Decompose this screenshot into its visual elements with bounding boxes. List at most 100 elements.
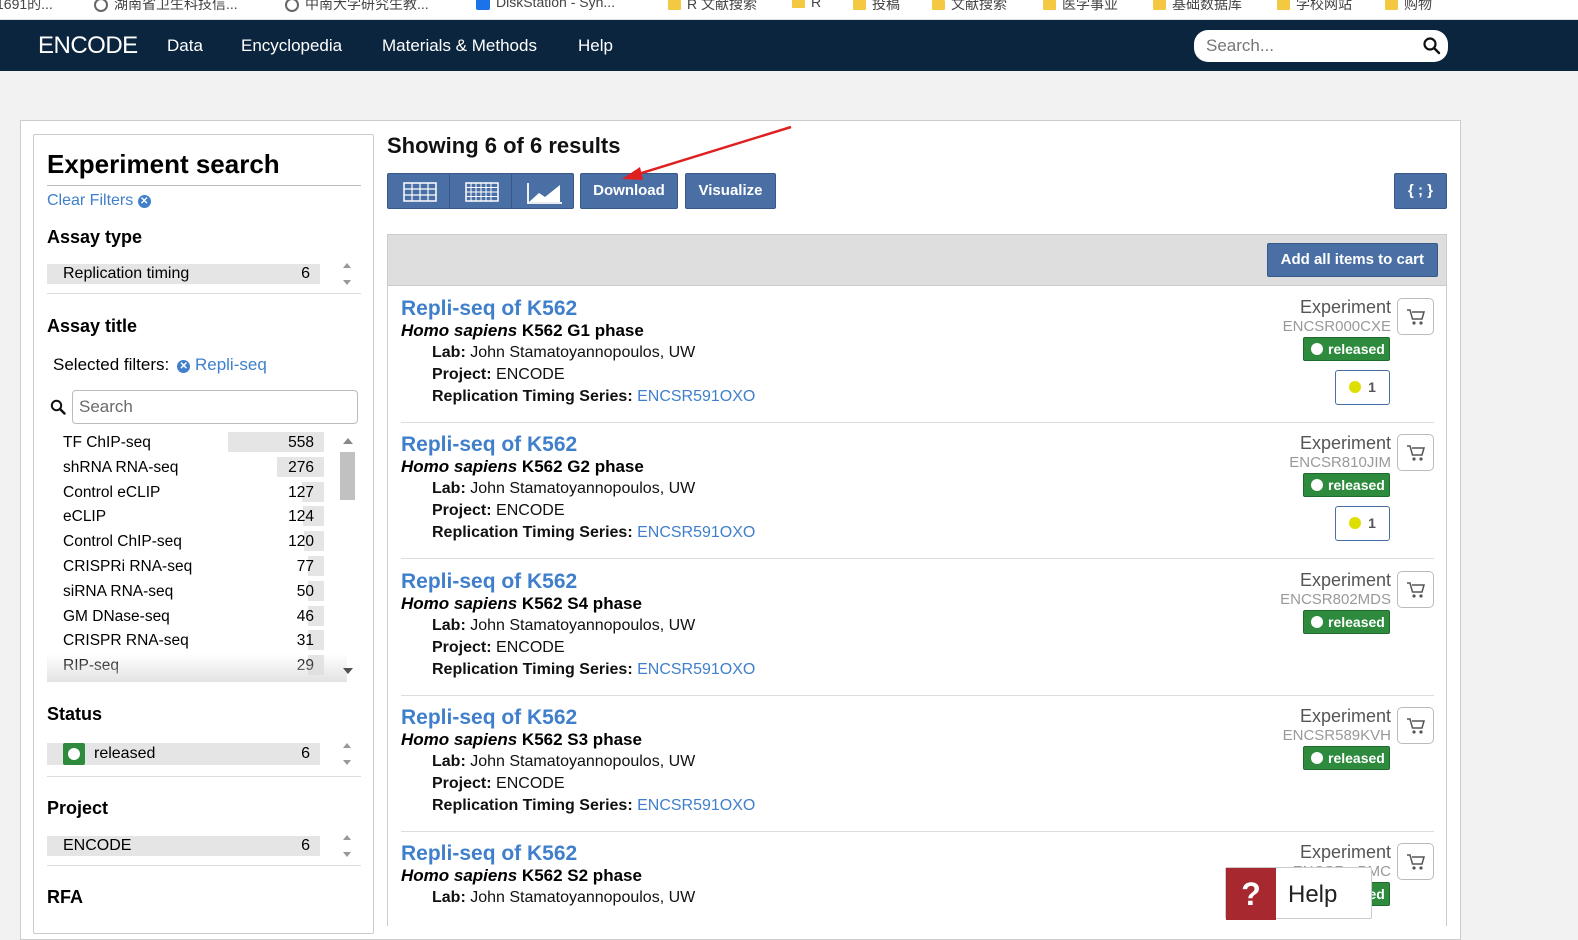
project-value: ENCODE — [496, 774, 565, 792]
add-all-to-cart-button[interactable]: Add all items to cart — [1266, 243, 1438, 277]
project-label: Project: — [432, 502, 492, 520]
result-title-link[interactable]: Repli-seq of K562 — [401, 297, 577, 321]
facet-term-row[interactable]: siRNA RNA-seq 50 — [47, 580, 324, 601]
facet-term-count: 124 — [288, 508, 314, 526]
lab-label: Lab: — [432, 752, 466, 770]
folder-icon — [932, 0, 945, 11]
facet-term-label: CRISPRi RNA-seq — [63, 558, 193, 575]
result-title-link[interactable]: Repli-seq of K562 — [401, 842, 577, 866]
facet-scroll-arrows[interactable] — [340, 739, 354, 769]
scroll-thumb[interactable] — [340, 452, 355, 500]
folder-icon — [1043, 0, 1056, 11]
add-to-cart-button[interactable] — [1397, 843, 1434, 881]
encode-logo[interactable]: ENCODE — [38, 32, 138, 60]
facet-term-row[interactable]: eCLIP 124 — [47, 506, 324, 527]
bookmark-item[interactable]: 投稿 — [853, 0, 900, 14]
result-series: Replication Timing Series: ENCSR591OXO — [432, 797, 755, 815]
add-to-cart-button[interactable] — [1397, 706, 1434, 744]
result-type: Experiment — [1299, 705, 1391, 726]
facet-term-row[interactable]: Control eCLIP 127 — [47, 481, 324, 502]
result-title-link[interactable]: Repli-seq of K562 — [401, 570, 577, 594]
visualize-button[interactable]: Visualize — [685, 173, 776, 209]
bookmark-item[interactable]: 1691的... — [0, 0, 53, 14]
help-label: Help — [1288, 881, 1338, 908]
download-button[interactable]: Download — [580, 173, 678, 209]
app-icon — [476, 0, 490, 11]
result-lab: Lab: John Stamatoyannopoulos, UW — [432, 480, 695, 498]
lab-label: Lab: — [432, 480, 466, 498]
selected-filter-pill[interactable]: ✕ Repli-seq — [177, 355, 267, 374]
result-lab: Lab: John Stamatoyannopoulos, UW — [432, 889, 695, 907]
facet-heading-project: Project — [47, 798, 109, 818]
json-button[interactable]: { ; } — [1394, 173, 1447, 209]
result-series: Replication Timing Series: ENCSR591OXO — [432, 524, 755, 542]
search-icon[interactable] — [1422, 36, 1442, 56]
facet-term-row[interactable]: CRISPRi RNA-seq 77 — [47, 556, 324, 576]
facet-term-released[interactable]: released 6 — [47, 743, 320, 765]
result-lab: Lab: John Stamatoyannopoulos, UW — [432, 753, 695, 771]
facet-term-row[interactable]: TF ChIP-seq 558 — [47, 432, 324, 452]
clear-filters-link[interactable]: Clear Filters ✕ — [47, 192, 151, 210]
help-widget[interactable]: ? Help — [1225, 867, 1372, 920]
bookmark-item[interactable]: 基础数据库 — [1153, 0, 1242, 14]
audit-button[interactable]: 1 — [1335, 506, 1390, 542]
series-link[interactable]: ENCSR591OXO — [637, 524, 755, 541]
nav-help[interactable]: Help — [578, 36, 613, 56]
facet-scroll-arrows[interactable] — [340, 259, 354, 289]
nav-encyclopedia[interactable]: Encyclopedia — [241, 36, 342, 56]
audit-count: 1 — [1368, 379, 1376, 395]
bookmark-item[interactable]: R — [792, 0, 821, 10]
folder-icon — [1277, 0, 1290, 11]
audit-button[interactable]: 1 — [1335, 370, 1390, 405]
facet-term-label: TF ChIP-seq — [63, 434, 151, 451]
nav-materials-methods[interactable]: Materials & Methods — [382, 36, 537, 56]
result-title-link[interactable]: Repli-seq of K562 — [401, 433, 577, 457]
summary-view-button[interactable] — [511, 173, 574, 209]
result-series: Replication Timing Series: ENCSR591OXO — [432, 388, 755, 406]
result-accession: ENCSR810JIM — [1289, 454, 1391, 472]
facet-search-input[interactable] — [72, 390, 358, 424]
facet-term-label: Control ChIP-seq — [63, 533, 182, 551]
bookmark-item[interactable]: R 文献搜索 — [668, 0, 757, 14]
bookmark-item[interactable]: 医学事业 — [1043, 0, 1118, 14]
nav-data[interactable]: Data — [167, 36, 203, 56]
scroll-down-arrow[interactable] — [343, 668, 353, 674]
facet-term-row[interactable]: GM DNase-seq 46 — [47, 605, 324, 626]
add-to-cart-button[interactable] — [1397, 570, 1434, 608]
bookmark-item[interactable]: 文献搜索 — [932, 0, 1007, 14]
list-view-button[interactable] — [387, 173, 450, 209]
add-to-cart-button[interactable] — [1397, 298, 1434, 335]
facet-term-count: 46 — [296, 607, 314, 625]
matrix-view-button[interactable] — [449, 173, 512, 209]
series-link[interactable]: ENCSR591OXO — [637, 661, 755, 678]
facet-term-replication-timing[interactable]: Replication timing 6 — [47, 264, 320, 284]
scroll-up-arrow[interactable] — [343, 438, 353, 444]
result-title-link[interactable]: Repli-seq of K562 — [401, 706, 577, 730]
global-search — [1194, 30, 1448, 62]
search-icon — [50, 399, 66, 415]
bookmark-item[interactable]: 中南大学研究生教... — [285, 0, 429, 14]
add-to-cart-button[interactable] — [1397, 434, 1434, 472]
biosample-name: K562 S2 phase — [517, 866, 642, 886]
results-count: Showing 6 of 6 results — [387, 133, 621, 158]
bookmark-item[interactable]: 购物 — [1385, 0, 1432, 14]
term-list-scrollbar[interactable] — [339, 432, 356, 682]
facet-term-row[interactable]: Control ChIP-seq 120 — [47, 531, 324, 552]
result-lab: Lab: John Stamatoyannopoulos, UW — [432, 617, 695, 635]
bookmark-item[interactable]: 湖南省卫生科技信... — [94, 0, 238, 14]
bookmark-item[interactable]: 学校网站 — [1277, 0, 1352, 14]
facet-term-row[interactable]: shRNA RNA-seq 276 — [47, 456, 324, 477]
facet-term-row[interactable]: CRISPR RNA-seq 31 — [47, 630, 324, 651]
series-link[interactable]: ENCSR591OXO — [637, 797, 755, 814]
bookmark-item[interactable]: DiskStation - Syn... — [476, 0, 615, 11]
result-biosample: Homo sapiens K562 S2 phase — [401, 866, 642, 886]
series-link[interactable]: ENCSR591OXO — [637, 388, 755, 405]
facet-term-encode[interactable]: ENCODE 6 — [47, 836, 320, 856]
divider — [47, 185, 361, 186]
facet-term-label: shRNA RNA-seq — [63, 458, 179, 476]
result-project: Project: ENCODE — [432, 366, 564, 384]
status-badge: released — [1303, 609, 1390, 634]
facet-scroll-arrows[interactable] — [340, 831, 354, 861]
result-project: Project: ENCODE — [432, 639, 564, 657]
global-search-input[interactable] — [1206, 36, 1416, 56]
